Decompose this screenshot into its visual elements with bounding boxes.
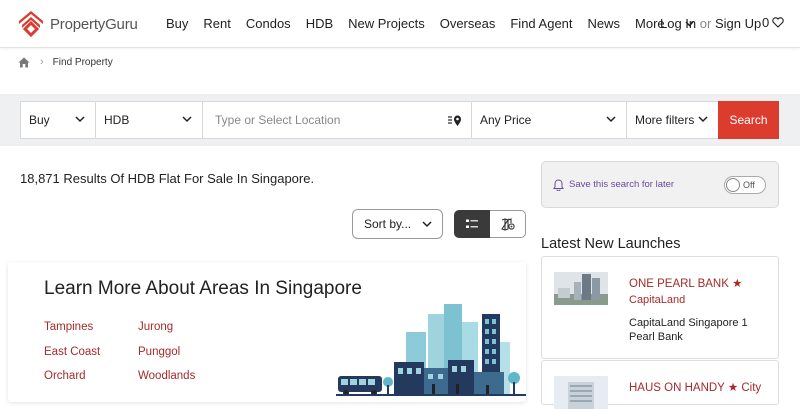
auth-or: or — [699, 16, 712, 31]
latest-launches-title: Latest New Launches — [541, 236, 681, 252]
area-link-tampines[interactable]: Tampines — [44, 321, 93, 333]
logo-text: PropertyGuru — [50, 15, 138, 33]
nav-find-agent[interactable]: Find Agent — [510, 16, 572, 31]
area-link-east-coast[interactable]: East Coast — [44, 346, 100, 358]
main-nav: Buy Rent Condos HDB New Projects Oversea… — [166, 16, 709, 31]
price-value: Any Price — [480, 113, 532, 127]
launch-thumbnail — [554, 272, 608, 305]
launch-name: ONE PEARL BANK ★ — [629, 276, 742, 290]
location-placeholder: Type or Select Location — [215, 113, 341, 127]
sort-label: Sort by... — [364, 217, 412, 231]
map-view-button[interactable] — [490, 210, 526, 238]
list-view-icon — [466, 219, 478, 228]
save-search-toggle[interactable]: Off — [724, 176, 766, 194]
listing-type-value: Buy — [29, 113, 50, 127]
map-view-icon — [500, 217, 515, 231]
launch-developer: City — [741, 382, 762, 394]
results-summary: 18,871 Results Of HDB Flat For Sale In S… — [20, 171, 315, 186]
city-skyline-illustration — [336, 304, 526, 396]
login-link[interactable]: Log In — [660, 16, 696, 31]
property-type-value: HDB — [104, 113, 130, 127]
launch-name-text: HAUS ON HANDY — [629, 382, 725, 394]
save-search-card: Save this search for later Off — [541, 161, 779, 208]
breadcrumb-separator-icon: › — [40, 56, 44, 68]
featured-star-icon: ★ — [732, 278, 743, 290]
property-type-select[interactable]: HDB — [95, 101, 203, 139]
logo-mark-icon — [19, 11, 43, 38]
location-input[interactable]: Type or Select Location — [202, 101, 472, 139]
auth-links: Log In or Sign Up — [660, 16, 761, 31]
favourites-count: 0 — [762, 15, 770, 30]
nav-rent[interactable]: Rent — [203, 16, 230, 31]
chevron-down-icon — [75, 116, 85, 123]
save-search-label: Save this search for later — [569, 179, 675, 190]
areas-title: Learn More About Areas In Singapore — [44, 278, 362, 299]
nav-overseas[interactable]: Overseas — [440, 16, 496, 31]
propertyguru-logo[interactable]: PropertyGuru — [18, 8, 138, 40]
area-link-woodlands[interactable]: Woodlands — [138, 370, 195, 382]
chevron-down-icon — [698, 116, 708, 123]
listing-type-select[interactable]: Buy — [20, 101, 96, 139]
area-link-punggol[interactable]: Punggol — [138, 346, 180, 358]
price-select[interactable]: Any Price — [471, 101, 627, 139]
launch-card-haus-on-handy[interactable]: HAUS ON HANDY ★ City — [541, 360, 779, 409]
chevron-down-icon — [182, 116, 192, 123]
more-filters-label: More filters — [635, 113, 695, 127]
chevron-down-icon — [422, 221, 432, 228]
breadcrumb-current: Find Property — [52, 56, 113, 68]
toggle-knob — [726, 178, 740, 192]
area-link-jurong[interactable]: Jurong — [138, 321, 173, 333]
location-pin-icon[interactable] — [448, 114, 462, 127]
toggle-state-label: Off — [743, 180, 755, 190]
nav-news[interactable]: News — [588, 16, 621, 31]
launch-name: HAUS ON HANDY ★ City — [629, 380, 761, 394]
top-header: PropertyGuru Buy Rent Condos HDB New Pro… — [0, 0, 800, 48]
chevron-down-icon — [606, 116, 616, 123]
search-button[interactable]: Search — [718, 101, 779, 139]
sort-select[interactable]: Sort by... — [352, 209, 443, 239]
nav-hdb[interactable]: HDB — [306, 16, 333, 31]
area-link-orchard[interactable]: Orchard — [44, 370, 86, 382]
launch-developer: CapitaLand — [629, 294, 686, 306]
signup-link[interactable]: Sign Up — [715, 16, 761, 31]
launch-thumbnail — [554, 376, 608, 409]
list-view-button[interactable] — [454, 210, 490, 238]
areas-card: Learn More About Areas In Singapore Tamp… — [8, 262, 526, 402]
nav-new-projects[interactable]: New Projects — [348, 16, 425, 31]
breadcrumb: › Find Property — [18, 56, 113, 68]
launch-card-one-pearl-bank[interactable]: ONE PEARL BANK ★ CapitaLand CapitaLand S… — [541, 256, 779, 359]
bell-icon — [553, 179, 564, 191]
nav-buy[interactable]: Buy — [166, 16, 188, 31]
featured-star-icon: ★ — [727, 382, 739, 394]
launch-name-text: ONE PEARL BANK — [629, 278, 729, 290]
heart-icon — [772, 17, 784, 28]
home-icon[interactable] — [18, 57, 30, 68]
favourites-button[interactable]: 0 — [762, 15, 784, 30]
launch-description: CapitaLand Singapore 1 Pearl Bank — [629, 317, 748, 343]
more-filters-button[interactable]: More filters — [626, 101, 719, 139]
nav-condos[interactable]: Condos — [246, 16, 291, 31]
